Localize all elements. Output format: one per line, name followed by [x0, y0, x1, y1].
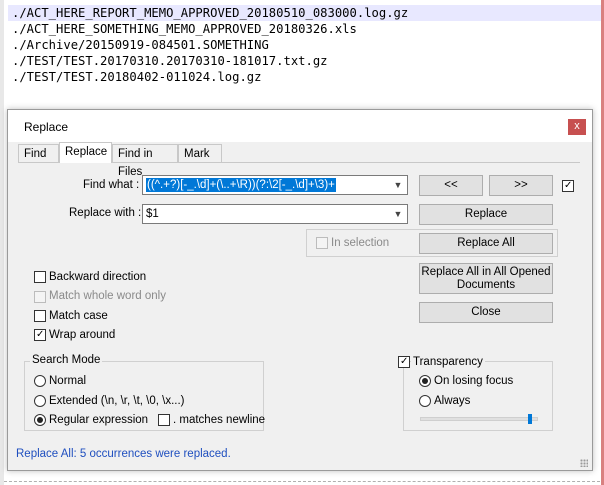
replace-dialog: Replace x Find Replace Find in Files Mar… [7, 109, 593, 471]
backward-search-checkbox[interactable]: ✓ [562, 180, 574, 192]
editor-line[interactable]: ./ACT_HERE_REPORT_MEMO_APPROVED_20180510… [8, 5, 604, 21]
find-what-value: ((^.+?)[-_.\d]+(\..+\R))(?:\2[-_.\d]+\3)… [146, 178, 336, 192]
tab-find[interactable]: Find [18, 144, 59, 162]
dialog-title: Replace [24, 120, 69, 134]
always-label: Always [434, 395, 471, 407]
normal-radio[interactable] [34, 375, 46, 387]
find-what-input[interactable]: ((^.+?)[-_.\d]+(\..+\R))(?:\2[-_.\d]+\3)… [142, 175, 408, 195]
replace-all-button[interactable]: Replace All [419, 233, 553, 254]
resize-grip[interactable] [580, 459, 588, 467]
normal-label: Normal [49, 375, 87, 387]
replace-all-in-opened-documents-button[interactable]: Replace All in All Opened Documents [419, 263, 553, 294]
search-mode-title: Search Mode [30, 354, 103, 366]
tab-replace[interactable]: Replace [59, 142, 112, 163]
match-case-checkbox[interactable] [34, 310, 46, 322]
match-whole-word-checkbox[interactable] [34, 291, 46, 303]
editor-line[interactable]: ./TEST/TEST.20180402-011024.log.gz [12, 69, 261, 85]
on-losing-focus-radio[interactable] [419, 375, 431, 387]
match-case-label: Match case [49, 310, 108, 322]
transparency-checkbox[interactable]: ✓ [398, 356, 410, 368]
transparency-title: Transparency [411, 356, 485, 368]
regular-expression-radio[interactable] [34, 414, 46, 426]
in-selection-label: In selection [331, 237, 390, 249]
editor-line[interactable]: ./Archive/20150919-084501.SOMETHING [12, 37, 269, 53]
divider [4, 481, 600, 482]
transparency-slider[interactable] [420, 417, 538, 421]
replace-button[interactable]: Replace [419, 204, 553, 225]
dialog-titlebar[interactable]: Replace x [8, 110, 592, 142]
chevron-down-icon[interactable]: ▼ [392, 179, 404, 191]
backward-direction-label: Backward direction [49, 271, 147, 283]
close-button[interactable]: Close [419, 302, 553, 323]
find-next-button[interactable]: >> [489, 175, 553, 196]
tab-mark[interactable]: Mark [178, 144, 222, 162]
on-losing-focus-label: On losing focus [434, 375, 514, 387]
find-what-label: Find what : [83, 179, 140, 191]
chevron-down-icon[interactable]: ▼ [392, 208, 404, 220]
match-whole-word-label: Match whole word only [49, 290, 166, 302]
matches-newline-label: . matches newline [173, 414, 266, 426]
wrap-around-checkbox[interactable]: ✓ [34, 329, 46, 341]
backward-direction-checkbox[interactable] [34, 271, 46, 283]
editor-line[interactable]: ./ACT_HERE_SOMETHING_MEMO_APPROVED_20180… [12, 21, 357, 37]
replace-with-value: $1 [146, 208, 159, 220]
extended-label: Extended (\n, \r, \t, \0, \x...) [49, 395, 185, 407]
replace-with-input[interactable]: $1 ▼ [142, 204, 408, 224]
status-message: Replace All: 5 occurrences were replaced… [16, 448, 231, 460]
transparency-slider-handle[interactable] [528, 414, 533, 424]
close-icon[interactable]: x [568, 119, 586, 135]
extended-radio[interactable] [34, 395, 46, 407]
wrap-around-label: Wrap around [49, 329, 116, 341]
editor-line[interactable]: ./TEST/TEST.20170310.20170310-181017.txt… [12, 53, 328, 69]
find-previous-button[interactable]: << [419, 175, 483, 196]
replace-with-label: Replace with : [69, 207, 142, 219]
always-radio[interactable] [419, 395, 431, 407]
regular-expression-label: Regular expression [49, 414, 149, 426]
tab-find-in-files[interactable]: Find in Files [112, 144, 178, 178]
matches-newline-checkbox[interactable] [158, 414, 170, 426]
in-selection-checkbox[interactable] [316, 237, 328, 249]
